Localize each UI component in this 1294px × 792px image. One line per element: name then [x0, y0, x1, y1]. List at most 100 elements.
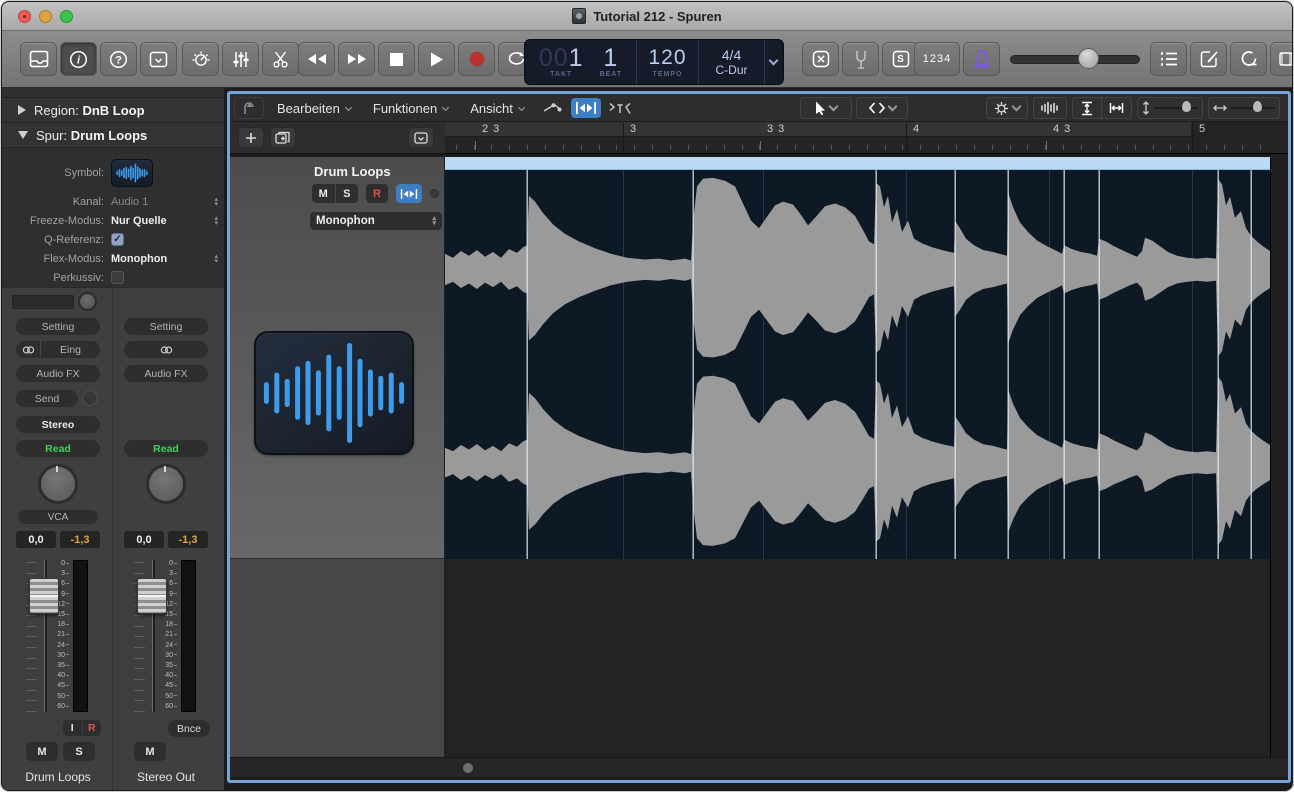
- empty-lane-area[interactable]: [445, 559, 1270, 757]
- quick-help-button[interactable]: ?: [100, 42, 137, 76]
- mute-button[interactable]: M: [134, 742, 166, 761]
- input-gain-knob[interactable]: [78, 292, 97, 311]
- horizontal-auto-zoom-button[interactable]: [1102, 97, 1132, 119]
- bounce-button[interactable]: Bnce: [168, 720, 210, 737]
- replace-button[interactable]: [802, 42, 839, 76]
- toolbar-toggle-button[interactable]: [140, 42, 177, 76]
- vertical-scrollbar-gutter[interactable]: [1270, 154, 1288, 757]
- volume-track[interactable]: [1010, 55, 1140, 64]
- horizontal-scrollbar[interactable]: [230, 757, 1288, 777]
- title-bar[interactable]: Tutorial 212 - Spuren: [2, 2, 1292, 31]
- track-lane[interactable]: [445, 157, 1270, 559]
- track-name[interactable]: Drum Loops: [314, 164, 391, 179]
- tuner-button[interactable]: [842, 42, 879, 76]
- horizontal-zoom-thumb[interactable]: [1253, 101, 1262, 112]
- rewind-button[interactable]: [298, 42, 335, 76]
- bar-ruler[interactable]: 2 333 344 35: [445, 122, 1288, 154]
- play-button[interactable]: [418, 42, 455, 76]
- pan-value[interactable]: 0,0: [16, 531, 56, 548]
- q-reference-checkbox[interactable]: ✓: [111, 233, 124, 246]
- menu-bearbeiten[interactable]: Bearbeiten: [268, 97, 360, 119]
- lcd-signature[interactable]: 4/4 C-Dur: [699, 40, 765, 84]
- pan-knob[interactable]: [38, 464, 78, 504]
- percussive-checkbox[interactable]: [111, 271, 124, 284]
- pan-knob[interactable]: [146, 464, 186, 504]
- add-track-button[interactable]: [238, 127, 264, 148]
- input-monitor-button[interactable]: I: [63, 722, 83, 734]
- channel-stepper[interactable]: ▴▾: [214, 197, 218, 207]
- lcd-mode-chevron[interactable]: [765, 40, 781, 84]
- output-format-button[interactable]: [124, 341, 208, 358]
- output-slot[interactable]: Stereo: [16, 416, 100, 433]
- send-slot[interactable]: Send: [16, 390, 78, 407]
- track-flex-mode-select[interactable]: Monophon ▴▾: [310, 212, 442, 230]
- mute-button[interactable]: M: [26, 742, 58, 761]
- track-solo-button[interactable]: S: [336, 184, 359, 203]
- horizontal-zoom-slider[interactable]: [1208, 97, 1280, 119]
- track-inspector-header[interactable]: Spur: Drum Loops: [2, 123, 224, 148]
- q-reference-row[interactable]: Q-Referenz: ✓: [2, 230, 224, 249]
- lcd-display[interactable]: 001 TAKT 1 BEAT 120 TEMPO 4/4 C-Dur: [524, 39, 784, 85]
- vertical-zoom-slider[interactable]: [1137, 97, 1203, 119]
- region-title-bar[interactable]: [445, 157, 1270, 170]
- audio-fx-slot[interactable]: Audio FX: [16, 365, 100, 382]
- volume-value[interactable]: -1,3: [60, 531, 100, 548]
- record-enable-dot[interactable]: [430, 189, 439, 198]
- media-browser-button[interactable]: ♪: [1270, 42, 1293, 76]
- menu-ansicht[interactable]: Ansicht: [461, 97, 533, 119]
- track-filter-button[interactable]: [408, 127, 434, 148]
- zoom-button[interactable]: [60, 10, 73, 23]
- volume-knob[interactable]: [1078, 48, 1099, 69]
- snap-menu-button[interactable]: [605, 98, 635, 118]
- region-inspector-header[interactable]: Region: DnB Loop: [2, 98, 224, 123]
- metronome-button[interactable]: [963, 42, 1000, 76]
- editors-button[interactable]: [262, 42, 299, 76]
- automation-mode-button[interactable]: Read: [16, 440, 100, 457]
- track-header-config-button[interactable]: [986, 97, 1028, 119]
- vertical-zoom-thumb[interactable]: [1182, 101, 1191, 112]
- menu-funktionen[interactable]: Funktionen: [364, 97, 457, 119]
- send-level-knob[interactable]: [82, 390, 98, 406]
- stop-button[interactable]: [378, 42, 415, 76]
- scrollbar-handle[interactable]: [463, 763, 473, 773]
- flex-mode-stepper[interactable]: ▴▾: [214, 254, 218, 264]
- lcd-tempo[interactable]: 120 TEMPO: [637, 40, 699, 84]
- track-record-button[interactable]: R: [366, 184, 388, 203]
- track-symbol-button[interactable]: [111, 159, 153, 187]
- solo-button[interactable]: S: [63, 742, 95, 761]
- mixer-button[interactable]: [222, 42, 259, 76]
- library-button[interactable]: [20, 42, 57, 76]
- track-mute-button[interactable]: M: [312, 184, 336, 203]
- flex-toggle-button[interactable]: [571, 98, 601, 118]
- list-editors-button[interactable]: [1150, 42, 1187, 76]
- track-flex-button[interactable]: [396, 184, 422, 203]
- lcd-position[interactable]: 001 TAKT 1 BEAT: [525, 40, 637, 84]
- record-button[interactable]: [458, 42, 495, 76]
- audio-fx-slot[interactable]: Audio FX: [124, 365, 208, 382]
- strip-name[interactable]: Stereo Out: [114, 770, 218, 784]
- duplicate-track-button[interactable]: [270, 127, 296, 148]
- channel-param-row[interactable]: Kanal: Audio 1 ▴▾: [2, 192, 224, 211]
- forward-button[interactable]: [338, 42, 375, 76]
- freeze-mode-row[interactable]: Freeze-Modus: Nur Quelle ▴▾: [2, 211, 224, 230]
- freeze-mode-stepper[interactable]: ▴▾: [214, 216, 218, 226]
- pan-value[interactable]: 0,0: [124, 531, 164, 548]
- fader-cap[interactable]: [29, 578, 59, 614]
- volume-value[interactable]: -1,3: [168, 531, 208, 548]
- left-click-tool-menu[interactable]: [800, 97, 852, 119]
- automation-toggle-button[interactable]: [537, 98, 567, 118]
- vertical-auto-zoom-button[interactable]: [1072, 97, 1102, 119]
- inspector-button[interactable]: i: [60, 42, 97, 76]
- smart-controls-button[interactable]: [182, 42, 219, 76]
- vca-slot[interactable]: VCA: [18, 510, 98, 524]
- disclosure-down-icon[interactable]: [18, 131, 28, 139]
- minimize-button[interactable]: [39, 10, 52, 23]
- percussive-row[interactable]: Perkussiv:: [2, 268, 224, 287]
- strip-name[interactable]: Drum Loops: [6, 770, 110, 784]
- catch-playhead-button[interactable]: [234, 97, 264, 119]
- count-in-button[interactable]: 1234: [914, 42, 960, 76]
- empty-track-list-area[interactable]: [230, 559, 445, 757]
- document-proxy-icon[interactable]: [572, 8, 586, 24]
- close-button[interactable]: [18, 10, 31, 23]
- audio-region-waveform[interactable]: [445, 170, 1270, 559]
